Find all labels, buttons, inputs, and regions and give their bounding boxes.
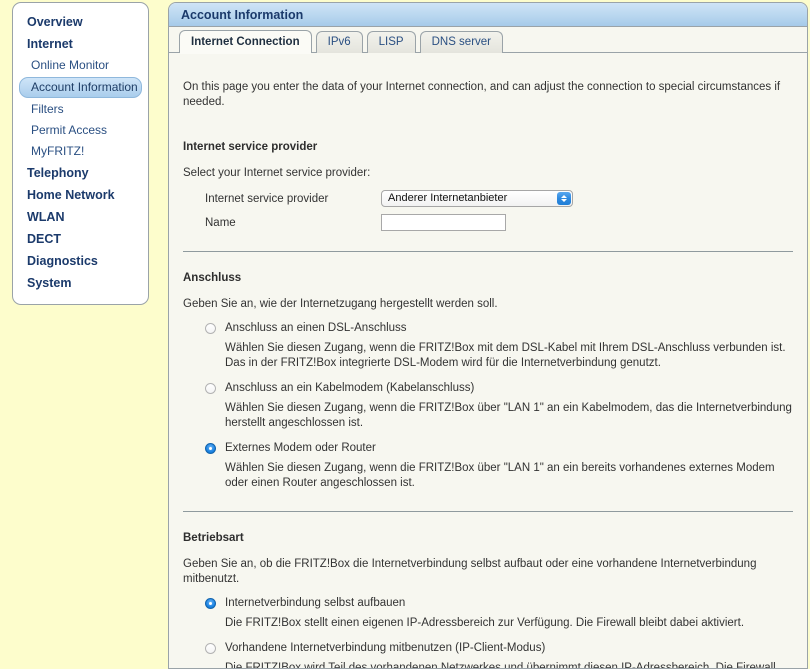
radio-label: Anschluss an einen DSL-Anschluss — [225, 321, 407, 336]
sidebar-item-dect[interactable]: DECT — [13, 228, 148, 250]
radio-label: Vorhandene Internetverbindung mitbenutze… — [225, 641, 545, 656]
sidebar-item-label: Diagnostics — [27, 254, 98, 268]
radio-option-own-connection[interactable]: Internetverbindung selbst aufbauen — [183, 596, 793, 611]
section-lead-text: Geben Sie an, wie der Internetzugang her… — [183, 297, 793, 312]
radio-label: Externes Modem oder Router — [225, 441, 376, 456]
radio-button-icon[interactable] — [205, 643, 216, 654]
radio-label: Internetverbindung selbst aufbauen — [225, 596, 405, 611]
section-heading: Anschluss — [183, 272, 793, 284]
section-anschluss: Anschluss Geben Sie an, wie der Internet… — [183, 252, 793, 512]
radio-button-icon[interactable] — [205, 443, 216, 454]
panel-body: On this page you enter the data of your … — [169, 65, 807, 669]
sidebar-item-label: Account Information — [31, 80, 138, 94]
section-internet-service-provider: Internet service provider Select your In… — [183, 121, 793, 252]
section-heading: Internet service provider — [183, 141, 793, 153]
radio-button-icon[interactable] — [205, 323, 216, 334]
sidebar-item-telephony[interactable]: Telephony — [13, 162, 148, 184]
provider-select-wrapper: Anderer Internetanbieter — [381, 190, 573, 207]
radio-button-icon[interactable] — [205, 383, 216, 394]
panel-header: Account Information — [169, 3, 807, 27]
radio-description: Wählen Sie diesen Zugang, wenn die FRITZ… — [183, 461, 793, 491]
tab-ipv6[interactable]: IPv6 — [316, 31, 363, 53]
radio-option-ip-client-mode[interactable]: Vorhandene Internetverbindung mitbenutze… — [183, 641, 793, 656]
sidebar-item-overview[interactable]: Overview — [13, 11, 148, 33]
tab-internet-connection[interactable]: Internet Connection — [179, 30, 312, 53]
radio-description: Wählen Sie diesen Zugang, wenn die FRITZ… — [183, 341, 793, 371]
radio-description: Die FRITZ!Box wird Teil des vorhandenen … — [183, 661, 793, 669]
name-input[interactable] — [381, 214, 506, 231]
page-root: Overview Internet Online Monitor Account… — [0, 0, 810, 669]
sidebar-item-label: Overview — [27, 15, 83, 29]
radio-description: Wählen Sie diesen Zugang, wenn die FRITZ… — [183, 401, 793, 431]
sidebar-item-label: Permit Access — [31, 123, 107, 137]
tab-lisp[interactable]: LISP — [367, 31, 416, 53]
row-name: Name — [183, 214, 793, 231]
sidebar-item-home-network[interactable]: Home Network — [13, 184, 148, 206]
radio-option-cable-modem[interactable]: Anschluss an ein Kabelmodem (Kabelanschl… — [183, 381, 793, 396]
tab-dns-server[interactable]: DNS server — [420, 31, 503, 53]
sidebar-item-diagnostics[interactable]: Diagnostics — [13, 250, 148, 272]
sidebar-item-internet[interactable]: Internet — [13, 33, 148, 55]
sidebar-item-label: System — [27, 276, 71, 290]
section-betriebsart: Betriebsart Geben Sie an, ob die FRITZ!B… — [183, 512, 793, 669]
provider-label: Internet service provider — [205, 193, 381, 205]
sidebar-item-system[interactable]: System — [13, 272, 148, 294]
sidebar-item-label: Filters — [31, 102, 64, 116]
radio-label: Anschluss an ein Kabelmodem (Kabelanschl… — [225, 381, 474, 396]
tab-label: IPv6 — [328, 36, 351, 48]
tab-label: Internet Connection — [191, 36, 300, 48]
section-lead-text: Geben Sie an, ob die FRITZ!Box die Inter… — [183, 557, 793, 587]
radio-button-icon[interactable] — [205, 598, 216, 609]
name-label: Name — [205, 217, 381, 229]
page-title: Account Information — [181, 8, 303, 22]
sidebar-item-label: Telephony — [27, 166, 89, 180]
radio-option-dsl[interactable]: Anschluss an einen DSL-Anschluss — [183, 321, 793, 336]
sidebar-item-online-monitor[interactable]: Online Monitor — [13, 55, 148, 76]
sidebar-item-label: WLAN — [27, 210, 65, 224]
sidebar-item-label: MyFRITZ! — [31, 144, 84, 158]
radio-description: Die FRITZ!Box stellt einen eigenen IP-Ad… — [183, 616, 793, 631]
sidebar-item-label: Internet — [27, 37, 73, 51]
section-lead-text: Select your Internet service provider: — [183, 166, 793, 181]
tab-bar: Internet Connection IPv6 LISP DNS server — [169, 27, 807, 53]
section-heading: Betriebsart — [183, 532, 793, 544]
sidebar-item-label: Online Monitor — [31, 58, 109, 72]
sidebar-item-label: Home Network — [27, 188, 115, 202]
intro-text: On this page you enter the data of your … — [183, 65, 793, 110]
tab-label: LISP — [379, 36, 404, 48]
sidebar-item-permit-access[interactable]: Permit Access — [13, 120, 148, 141]
tab-label: DNS server — [432, 36, 491, 48]
sidebar-item-wlan[interactable]: WLAN — [13, 206, 148, 228]
sidebar-item-myfritz[interactable]: MyFRITZ! — [13, 141, 148, 162]
radio-option-external-modem[interactable]: Externes Modem oder Router — [183, 441, 793, 456]
sidebar-item-label: DECT — [27, 232, 61, 246]
row-internet-service-provider: Internet service provider Anderer Intern… — [183, 190, 793, 207]
provider-select[interactable]: Anderer Internetanbieter — [381, 190, 573, 207]
content-panel: Account Information Internet Connection … — [168, 2, 808, 669]
sidebar-item-filters[interactable]: Filters — [13, 99, 148, 120]
sidebar-navigation: Overview Internet Online Monitor Account… — [12, 2, 149, 305]
sidebar-item-account-information[interactable]: Account Information — [19, 77, 142, 98]
